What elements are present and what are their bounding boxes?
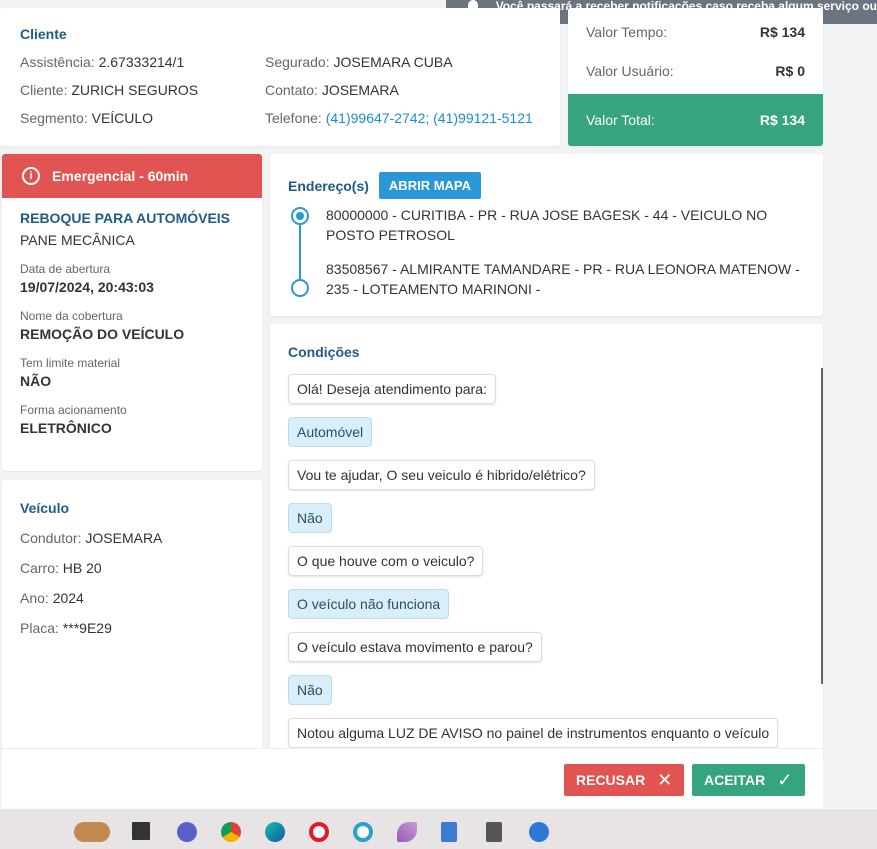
client-title: Cliente [20,26,67,42]
driver-row: Condutor: JOSEMARA [20,530,163,546]
segmento-value: VEÍCULO [91,110,154,126]
segurado-row: Segurado: JOSEMARA CUBA [265,54,453,70]
plate-value: ***9E29 [62,620,112,636]
browser-icon[interactable] [529,822,549,842]
info-icon: i [22,167,40,185]
origin-marker-icon [291,207,309,225]
calculator-icon[interactable] [486,822,502,842]
teams-icon[interactable] [177,822,197,842]
valor-usuario-row: Valor Usuário: R$ 0 [586,63,805,79]
feather-icon[interactable] [397,822,417,842]
chat-question: Olá! Deseja atendimento para: [288,374,496,404]
chat-answer: Não [288,503,332,533]
client-card: Cliente Assistência: 2.67333214/1 Segura… [0,8,560,146]
limit-label: Tem limite material [20,356,121,370]
contato-row: Contato: JOSEMARA [265,82,399,98]
year-row: Ano: 2024 [20,590,84,606]
valor-total: R$ 134 [759,112,805,128]
edge-icon[interactable] [265,822,285,842]
service-subtype: PANE MECÂNICA [20,232,135,248]
coverage-label: Nome da cobertura [20,309,123,323]
service-type: REBOQUE PARA AUTOMÓVEIS [20,210,231,226]
conditions-title: Condições [288,344,360,360]
address-title: Endereço(s) [288,177,369,194]
conditions-scrollbar[interactable] [821,368,823,684]
close-icon: ✕ [657,769,673,790]
priority-label: Emergencial - 60min [52,168,189,184]
chat-question: Vou te ajudar, O seu veiculo é hibrido/e… [288,460,595,490]
desktop-icon[interactable] [132,822,150,840]
contato-value: JOSEMARA [321,82,399,98]
segmento-row: Segmento: VEÍCULO [20,110,154,126]
valor-usuario: R$ 0 [775,63,805,79]
segurado-value: JOSEMARA CUBA [333,54,453,70]
origin-address: 80000000 - CURITIBA - PR - RUA JOSE BAGE… [326,207,768,243]
notepad-icon[interactable] [441,822,457,842]
accept-button[interactable]: ACEITAR ✓ [692,764,805,796]
widgets-icon[interactable] [74,822,110,842]
service-card: i Emergencial - 60min REBOQUE PARA AUTOM… [2,154,262,471]
trigger-value: ELETRÔNICO [20,420,112,436]
assistencia-value: 2.67333214/1 [98,54,185,70]
priority-banner: i Emergencial - 60min [2,154,262,198]
telefone-link[interactable]: (41)99647-2742; (41)99121-5121 [326,110,533,126]
chat-answer: O veículo não funciona [288,589,450,619]
cliente-row: Cliente: ZURICH SEGUROS [20,82,199,98]
chrome-icon[interactable] [221,822,241,842]
taskbar [0,810,877,849]
action-footer: RECUSAR ✕ ACEITAR ✓ [2,748,823,808]
plate-row: Placa: ***9E29 [20,620,112,636]
check-icon: ✓ [777,769,793,790]
route-line [299,222,301,282]
year-value: 2024 [52,590,84,606]
opera-icon[interactable] [309,822,329,842]
valor-tempo: R$ 134 [759,24,805,40]
reject-button[interactable]: RECUSAR ✕ [564,764,684,796]
assistencia-row: Assistência: 2.67333214/1 [20,54,185,70]
values-card: Valor Tempo: R$ 134 Valor Usuário: R$ 0 … [568,8,823,146]
app-icon[interactable] [353,822,373,842]
chat-question: O veículo estava movimento e parou? [288,632,542,662]
telefone-row: Telefone: (41)99647-2742; (41)99121-5121 [265,110,533,126]
chat-question: Notou alguma LUZ DE AVISO no painel de i… [288,718,779,748]
driver-value: JOSEMARA [85,530,163,546]
car-row: Carro: HB 20 [20,560,102,576]
coverage-value: REMOÇÃO DO VEÍCULO [20,326,185,342]
valor-tempo-row: Valor Tempo: R$ 134 [586,24,805,40]
vehicle-title: Veículo [20,500,70,516]
chat-answer: Não [288,675,332,705]
opened-value: 19/07/2024, 20:43:03 [20,279,154,295]
cliente-value: ZURICH SEGUROS [71,82,199,98]
address-card: Endereço(s) ABRIR MAPA 80000000 - CURITI… [270,154,823,316]
trigger-label: Forma acionamento [20,403,127,417]
opened-label: Data de abertura [20,262,111,276]
vehicle-card: Veículo Condutor: JOSEMARA Carro: HB 20 … [2,480,262,760]
destination-address: 83508567 - ALMIRANTE TAMANDARE - PR - RU… [326,261,800,297]
chat-question: O que houve com o veiculo? [288,546,484,576]
limit-value: NÃO [20,373,52,389]
valor-total-row: Valor Total: R$ 134 [568,94,823,146]
chat-answer: Automóvel [288,417,373,447]
open-map-button[interactable]: ABRIR MAPA [378,172,482,199]
destination-marker-icon [291,279,309,297]
car-value: HB 20 [62,560,102,576]
conditions-card: Condições Olá! Deseja atendimento para: … [270,324,823,760]
